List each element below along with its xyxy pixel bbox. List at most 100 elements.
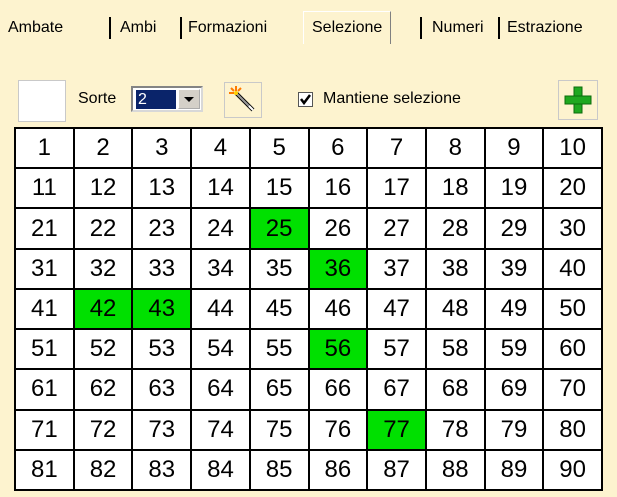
number-cell[interactable]: 36 [309,249,367,288]
number-cell[interactable]: 22 [74,209,132,248]
number-cell[interactable]: 20 [544,169,601,208]
number-cell[interactable]: 24 [192,209,249,248]
number-cell[interactable]: 32 [74,249,132,288]
number-cell[interactable]: 34 [192,249,249,288]
number-cell[interactable]: 76 [309,410,367,449]
mantiene-selezione-checkbox[interactable] [298,92,313,107]
number-cell[interactable]: 16 [309,169,367,208]
tab-ambate[interactable]: Ambate [8,14,63,42]
tab-ambi[interactable]: Ambi [120,14,156,42]
number-cell[interactable]: 61 [16,370,73,409]
number-cell[interactable]: 44 [192,289,249,329]
number-cell[interactable]: 78 [426,410,484,449]
number-cell[interactable]: 63 [133,370,191,409]
number-cell[interactable]: 14 [192,169,249,208]
number-cell[interactable]: 55 [250,330,308,369]
number-cell[interactable]: 8 [426,129,484,168]
number-cell[interactable]: 2 [74,129,132,168]
number-cell[interactable]: 39 [485,249,543,288]
number-cell[interactable]: 33 [133,249,191,288]
number-cell[interactable]: 35 [250,249,308,288]
number-cell[interactable]: 60 [544,330,601,369]
number-cell[interactable]: 30 [544,209,601,248]
number-cell[interactable]: 45 [250,289,308,329]
number-cell[interactable]: 46 [309,289,367,329]
number-cell[interactable]: 4 [192,129,249,168]
number-cell[interactable]: 5 [250,129,308,168]
number-cell[interactable]: 52 [74,330,132,369]
magic-wand-button[interactable] [224,82,262,118]
number-cell[interactable]: 6 [309,129,367,168]
number-cell[interactable]: 66 [309,370,367,409]
number-cell[interactable]: 53 [133,330,191,369]
number-cell[interactable]: 37 [368,249,425,288]
number-cell[interactable]: 48 [426,289,484,329]
number-cell[interactable]: 13 [133,169,191,208]
number-cell[interactable]: 87 [368,450,425,489]
number-cell[interactable]: 26 [309,209,367,248]
number-cell[interactable]: 82 [74,450,132,489]
number-cell[interactable]: 1 [16,129,73,168]
number-cell[interactable]: 77 [368,410,425,449]
number-cell[interactable]: 38 [426,249,484,288]
number-cell[interactable]: 56 [309,330,367,369]
number-cell[interactable]: 21 [16,209,73,248]
number-cell[interactable]: 74 [192,410,249,449]
number-cell[interactable]: 31 [16,249,73,288]
number-cell[interactable]: 88 [426,450,484,489]
number-cell[interactable]: 10 [544,129,601,168]
tab-selezione[interactable]: Selezione [303,11,392,44]
number-cell[interactable]: 23 [133,209,191,248]
tab-formazioni[interactable]: Formazioni [188,14,267,42]
number-cell[interactable]: 59 [485,330,543,369]
number-cell[interactable]: 49 [485,289,543,329]
tab-estrazione[interactable]: Estrazione [507,14,583,42]
number-cell[interactable]: 72 [74,410,132,449]
number-cell[interactable]: 54 [192,330,249,369]
number-cell[interactable]: 84 [192,450,249,489]
number-cell[interactable]: 89 [485,450,543,489]
number-cell[interactable]: 81 [16,450,73,489]
number-cell[interactable]: 25 [250,209,308,248]
color-swatch[interactable] [18,80,66,122]
add-button[interactable] [558,80,598,120]
number-cell[interactable]: 73 [133,410,191,449]
number-cell[interactable]: 41 [16,289,73,329]
number-cell[interactable]: 67 [368,370,425,409]
number-cell[interactable]: 75 [250,410,308,449]
number-cell[interactable]: 86 [309,450,367,489]
number-cell[interactable]: 64 [192,370,249,409]
number-cell[interactable]: 3 [133,129,191,168]
number-cell[interactable]: 29 [485,209,543,248]
tab-numeri[interactable]: Numeri [432,14,484,42]
number-cell[interactable]: 50 [544,289,601,329]
number-cell[interactable]: 51 [16,330,73,369]
number-cell[interactable]: 9 [485,129,543,168]
number-cell[interactable]: 18 [426,169,484,208]
number-cell[interactable]: 57 [368,330,425,369]
number-cell[interactable]: 19 [485,169,543,208]
number-cell[interactable]: 83 [133,450,191,489]
number-cell[interactable]: 58 [426,330,484,369]
number-cell[interactable]: 79 [485,410,543,449]
number-cell[interactable]: 12 [74,169,132,208]
number-cell[interactable]: 90 [544,450,601,489]
number-cell[interactable]: 80 [544,410,601,449]
number-cell[interactable]: 15 [250,169,308,208]
number-cell[interactable]: 65 [250,370,308,409]
number-cell[interactable]: 43 [133,289,191,329]
number-cell[interactable]: 17 [368,169,425,208]
number-cell[interactable]: 68 [426,370,484,409]
sorte-select[interactable]: 2 [131,86,203,112]
number-cell[interactable]: 85 [250,450,308,489]
number-cell[interactable]: 11 [16,169,73,208]
number-cell[interactable]: 28 [426,209,484,248]
number-cell[interactable]: 7 [368,129,425,168]
number-cell[interactable]: 42 [74,289,132,329]
number-cell[interactable]: 47 [368,289,425,329]
chevron-down-icon[interactable] [178,89,200,109]
number-cell[interactable]: 40 [544,249,601,288]
number-cell[interactable]: 70 [544,370,601,409]
number-cell[interactable]: 27 [368,209,425,248]
number-cell[interactable]: 69 [485,370,543,409]
